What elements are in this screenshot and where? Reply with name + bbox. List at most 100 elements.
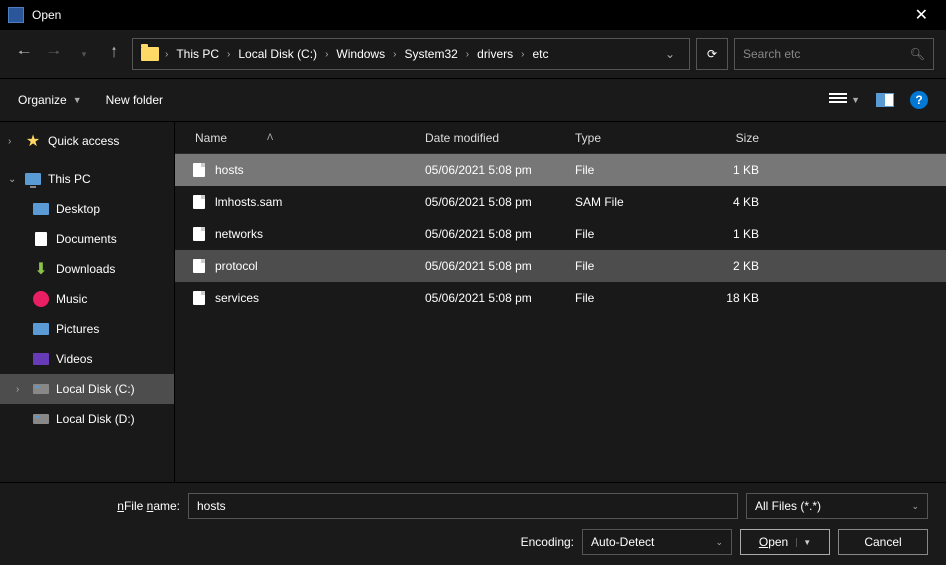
breadcrumb-item[interactable]: This PC	[174, 47, 221, 61]
sidebar-item-disk-c[interactable]: › Local Disk (C:)	[0, 374, 174, 404]
file-list-header: Name ᐱ Date modified Type Size	[175, 122, 946, 154]
chevron-down-icon: ▼	[851, 95, 860, 105]
documents-icon	[32, 231, 50, 247]
search-box[interactable]: 🔍︎	[734, 38, 934, 70]
file-icon	[193, 195, 205, 209]
sidebar-item-disk-d[interactable]: Local Disk (D:)	[0, 404, 174, 434]
app-icon	[8, 7, 24, 23]
sidebar-label: Downloads	[56, 262, 115, 276]
sidebar-label: Music	[56, 292, 87, 306]
recent-dropdown[interactable]: ▾	[72, 42, 96, 66]
search-input[interactable]	[743, 47, 910, 61]
chevron-right-icon: ›	[519, 49, 526, 60]
main-area: › ★ Quick access ⌄ This PC Desktop Docum…	[0, 122, 946, 482]
window-title: Open	[32, 8, 61, 22]
titlebar: Open ✕	[0, 0, 946, 30]
forward-button[interactable]: 🠒	[42, 42, 66, 66]
file-list: Name ᐱ Date modified Type Size hosts 05/0…	[175, 122, 946, 482]
column-header-size[interactable]: Size	[695, 131, 775, 145]
breadcrumb-item[interactable]: Local Disk (C:)	[236, 47, 319, 61]
column-header-type[interactable]: Type	[575, 131, 695, 145]
sidebar-label: This PC	[48, 172, 91, 186]
file-row[interactable]: services 05/06/2021 5:08 pmFile18 KB	[175, 282, 946, 314]
sort-indicator-icon: ᐱ	[267, 132, 273, 143]
chevron-right-icon: ›	[225, 49, 232, 60]
sidebar-item-documents[interactable]: Documents	[0, 224, 174, 254]
new-folder-button[interactable]: New folder	[106, 93, 163, 107]
file-type: SAM File	[575, 195, 695, 209]
file-icon	[193, 291, 205, 305]
filename-input[interactable]	[188, 493, 738, 519]
back-button[interactable]: 🠐	[12, 42, 36, 66]
chevron-down-icon[interactable]: ⌄	[8, 174, 18, 185]
sidebar-label: Documents	[56, 232, 117, 246]
organize-label: Organize	[18, 93, 67, 107]
file-name: hosts	[215, 163, 244, 177]
pc-icon	[24, 171, 42, 187]
sidebar-item-pictures[interactable]: Pictures	[0, 314, 174, 344]
file-size: 18 KB	[695, 291, 775, 305]
file-row[interactable]: hosts05/06/2021 5:08 pmFile1 KB	[175, 154, 946, 186]
breadcrumb-item[interactable]: drivers	[475, 47, 515, 61]
address-bar[interactable]: › This PC › Local Disk (C:) › Windows › …	[132, 38, 690, 70]
toolbar: Organize ▼ New folder ▼ ?	[0, 78, 946, 122]
breadcrumb-item[interactable]: Windows	[334, 47, 387, 61]
downloads-icon: ⬇	[32, 261, 50, 277]
column-header-name[interactable]: Name ᐱ	[175, 131, 425, 145]
file-date: 05/06/2021 5:08 pm	[425, 259, 575, 273]
file-row[interactable]: networks05/06/2021 5:08 pmFile1 KB	[175, 218, 946, 250]
sidebar-label: Pictures	[56, 322, 99, 336]
organize-button[interactable]: Organize ▼	[18, 93, 82, 107]
pictures-icon	[32, 321, 50, 337]
file-size: 1 KB	[695, 227, 775, 241]
sidebar-item-quick-access[interactable]: › ★ Quick access	[0, 126, 174, 156]
chevron-down-icon: ⌄	[911, 501, 919, 512]
sidebar-item-music[interactable]: Music	[0, 284, 174, 314]
chevron-right-icon[interactable]: ›	[16, 384, 26, 395]
sidebar-item-this-pc[interactable]: ⌄ This PC	[0, 164, 174, 194]
file-icon	[193, 163, 205, 177]
file-name: services	[215, 291, 259, 305]
sidebar-label: Videos	[56, 352, 92, 366]
sidebar-item-downloads[interactable]: ⬇ Downloads	[0, 254, 174, 284]
file-size: 4 KB	[695, 195, 775, 209]
sidebar-label: Local Disk (C:)	[56, 382, 135, 396]
refresh-button[interactable]: ⟳	[696, 38, 728, 70]
file-date: 05/06/2021 5:08 pm	[425, 291, 575, 305]
breadcrumb-item[interactable]: System32	[402, 47, 459, 61]
file-icon	[193, 227, 205, 241]
file-type: File	[575, 163, 695, 177]
chevron-right-icon: ›	[163, 49, 170, 60]
address-dropdown[interactable]: ⌄	[659, 47, 681, 61]
sidebar-label: Desktop	[56, 202, 100, 216]
help-button[interactable]: ?	[910, 91, 928, 109]
sidebar-label: Local Disk (D:)	[56, 412, 135, 426]
sidebar-item-videos[interactable]: Videos	[0, 344, 174, 374]
disk-icon	[32, 381, 50, 397]
sidebar-item-desktop[interactable]: Desktop	[0, 194, 174, 224]
col-label: Name	[195, 131, 227, 145]
close-button[interactable]: ✕	[905, 5, 938, 25]
chevron-down-icon: ⌄	[715, 537, 723, 548]
file-date: 05/06/2021 5:08 pm	[425, 163, 575, 177]
file-row[interactable]: protocol05/06/2021 5:08 pmFile2 KB	[175, 250, 946, 282]
chevron-down-icon[interactable]: ▼	[796, 538, 811, 547]
search-icon[interactable]: 🔍︎	[910, 47, 925, 61]
view-options-button[interactable]: ▼	[829, 93, 860, 107]
bottom-panel: nFile name:File name: All Files (*.*) ⌄ …	[0, 482, 946, 565]
file-row[interactable]: lmhosts.sam05/06/2021 5:08 pmSAM File4 K…	[175, 186, 946, 218]
column-header-date[interactable]: Date modified	[425, 131, 575, 145]
preview-pane-button[interactable]	[876, 93, 894, 107]
filetype-select[interactable]: All Files (*.*) ⌄	[746, 493, 928, 519]
videos-icon	[32, 351, 50, 367]
file-icon	[193, 259, 205, 273]
file-type: File	[575, 291, 695, 305]
up-button[interactable]: 🠑	[102, 42, 126, 66]
filetype-value: All Files (*.*)	[755, 499, 821, 513]
breadcrumb-item[interactable]: etc	[531, 47, 551, 61]
filename-label: nFile name:File name:	[18, 499, 180, 513]
music-icon	[32, 291, 50, 307]
sidebar: › ★ Quick access ⌄ This PC Desktop Docum…	[0, 122, 175, 482]
desktop-icon	[32, 201, 50, 217]
chevron-right-icon[interactable]: ›	[8, 136, 18, 147]
